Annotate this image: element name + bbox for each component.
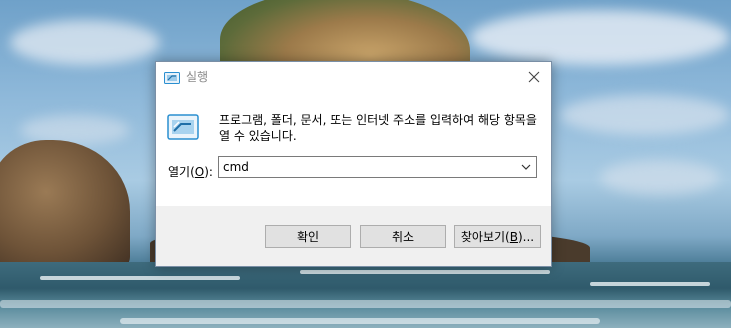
wave <box>590 282 710 286</box>
open-input[interactable]: cmd <box>219 160 516 174</box>
dialog-description: 프로그램, 폴더, 문서, 또는 인터넷 주소를 입력하여 해당 항목을 열 수… <box>219 113 537 143</box>
close-icon <box>528 68 540 87</box>
open-combobox[interactable]: cmd <box>218 156 537 178</box>
wave <box>40 276 240 280</box>
cloud <box>560 95 730 135</box>
browse-label-prefix: 찾아보기( <box>460 230 510 244</box>
run-dialog: 실행 프로그램, 폴더, 문서, 또는 인터넷 주소를 입력하여 해당 항목을 <box>155 61 552 267</box>
ok-button[interactable]: 확인 <box>265 225 351 248</box>
desktop-background: 실행 프로그램, 폴더, 문서, 또는 인터넷 주소를 입력하여 해당 항목을 <box>0 0 731 328</box>
open-label-prefix: 열기( <box>168 165 195 179</box>
dialog-title: 실행 <box>186 70 209 84</box>
dialog-body: 프로그램, 폴더, 문서, 또는 인터넷 주소를 입력하여 해당 항목을 열 수… <box>156 92 551 206</box>
open-label-accesskey: O <box>194 165 205 179</box>
chevron-down-icon[interactable] <box>516 157 536 177</box>
cloud <box>600 160 720 195</box>
wave <box>300 270 550 274</box>
title-bar[interactable]: 실행 <box>156 62 551 92</box>
cancel-button[interactable]: 취소 <box>360 225 446 248</box>
wave <box>0 300 731 308</box>
close-button[interactable] <box>517 62 551 92</box>
browse-accesskey: B <box>509 229 518 244</box>
browse-button[interactable]: 찾아보기(B)... <box>454 225 541 248</box>
rock-formation-left <box>0 140 130 270</box>
dialog-footer: 확인 취소 찾아보기(B)... <box>156 206 551 266</box>
browse-label-suffix: )... <box>517 229 535 244</box>
wave <box>120 318 600 324</box>
run-icon <box>164 70 180 84</box>
cloud <box>10 20 160 65</box>
open-label: 열기(O): <box>168 163 213 180</box>
run-program-icon <box>167 113 199 141</box>
cloud <box>470 10 730 65</box>
open-label-suffix: ): <box>204 165 213 179</box>
